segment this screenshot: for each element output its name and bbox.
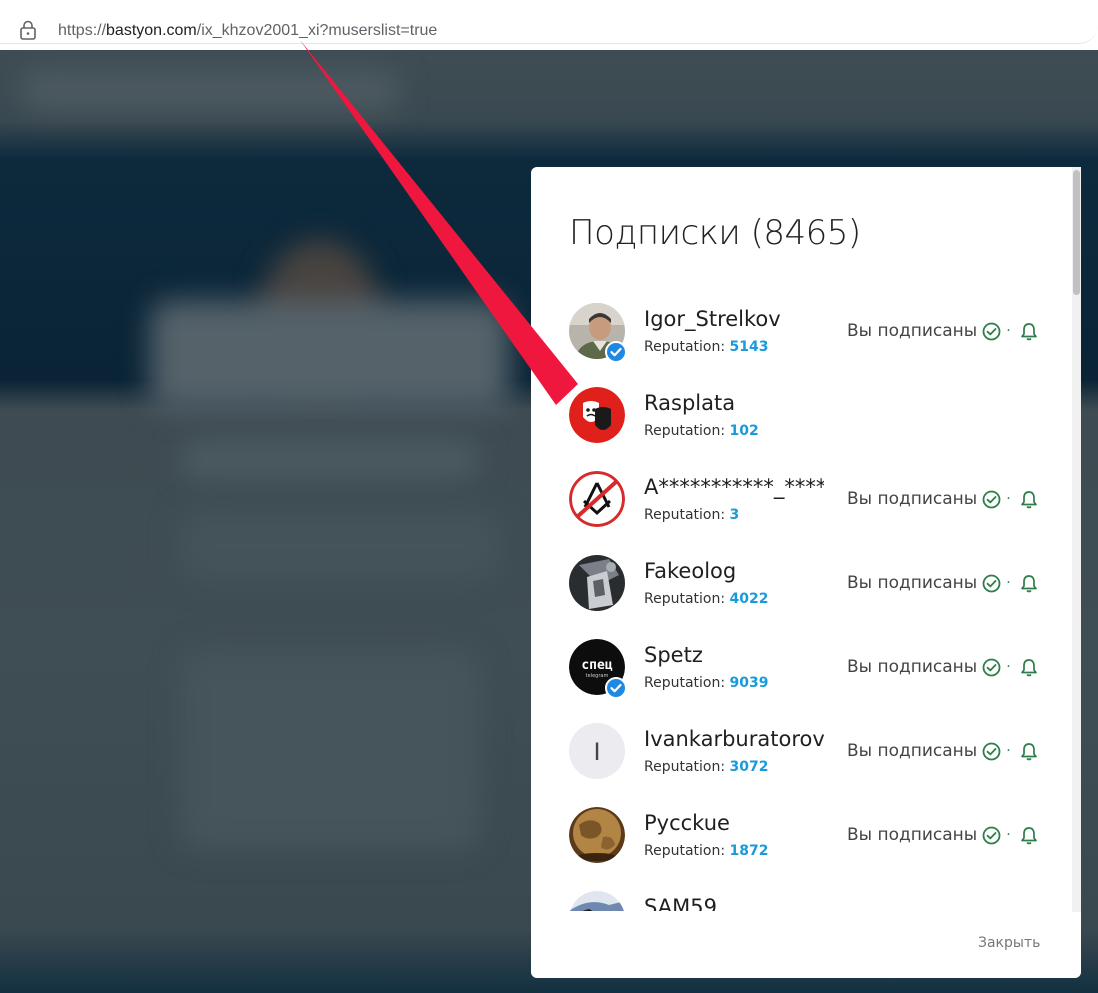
bell-icon[interactable]	[1020, 658, 1038, 677]
subscriptions-modal: Подписки (8465) Igor_Strelkov Reputation…	[531, 167, 1081, 978]
user-avatar[interactable]: I	[569, 723, 625, 779]
bell-icon[interactable]	[1020, 574, 1038, 593]
verified-badge-icon	[605, 677, 627, 699]
bell-icon[interactable]	[1020, 490, 1038, 509]
user-row[interactable]: I Ivankarburatorov Reputation: 3072 Вы п…	[531, 707, 1081, 791]
user-name[interactable]: Fakeolog	[644, 559, 736, 583]
blurred-block	[180, 440, 480, 480]
user-avatar[interactable]	[569, 387, 625, 443]
user-reputation: Reputation: 5143	[644, 339, 769, 355]
browser-address-bar: https://bastyon.com/ix_khzov2001_xi?muse…	[0, 0, 1098, 50]
subscription-status[interactable]: Вы подписаны ·	[847, 657, 1038, 677]
url-text: https://bastyon.com/ix_khzov2001_xi?muse…	[58, 22, 438, 39]
user-row[interactable]: спец telegram Spetz Reputation: 9039 Вы …	[531, 623, 1081, 707]
check-circle-icon	[982, 322, 1001, 340]
user-reputation: Reputation: 9039	[644, 675, 769, 691]
user-row[interactable]: Pycckue Reputation: 1872 Вы подписаны ·	[531, 791, 1081, 875]
subscription-status[interactable]: Вы подписаны ·	[847, 489, 1038, 509]
blurred-profile-card	[150, 300, 510, 410]
user-row[interactable]: Rasplata Reputation: 102	[531, 371, 1081, 455]
user-row[interactable]: Igor_Strelkov Reputation: 5143 Вы подпис…	[531, 287, 1081, 371]
svg-text:спец: спец	[581, 658, 612, 673]
user-row[interactable]: SAM59	[531, 875, 1081, 911]
verified-badge-icon	[605, 341, 627, 363]
url-field[interactable]: https://bastyon.com/ix_khzov2001_xi?muse…	[0, 6, 1098, 44]
subscription-status[interactable]: Вы подписаны ·	[847, 573, 1038, 593]
check-circle-icon	[982, 826, 1001, 844]
check-circle-icon	[982, 742, 1001, 760]
user-reputation: Reputation: 3	[644, 507, 740, 523]
user-name[interactable]: A***********_****N	[644, 475, 824, 499]
user-name[interactable]: Spetz	[644, 643, 703, 667]
check-circle-icon	[982, 574, 1001, 592]
modal-scrollbar-thumb[interactable]	[1073, 170, 1080, 295]
svg-text:I: I	[593, 738, 600, 766]
close-button[interactable]: Закрыть	[978, 935, 1040, 951]
user-name[interactable]: Rasplata	[644, 391, 735, 415]
user-reputation: Reputation: 4022	[644, 591, 769, 607]
user-reputation: Reputation: 102	[644, 423, 759, 439]
bell-icon[interactable]	[1020, 826, 1038, 845]
check-circle-icon	[982, 658, 1001, 676]
user-name[interactable]: SAM59	[644, 895, 717, 911]
subscription-status[interactable]: Вы подписаны ·	[847, 825, 1038, 845]
blurred-block	[180, 650, 480, 850]
user-reputation: Reputation: 1872	[644, 843, 769, 859]
user-name[interactable]: Pycckue	[644, 811, 730, 835]
users-list[interactable]: Igor_Strelkov Reputation: 5143 Вы подпис…	[531, 287, 1081, 911]
svg-text:telegram: telegram	[586, 673, 609, 679]
check-circle-icon	[982, 490, 1001, 508]
bell-icon[interactable]	[1020, 322, 1038, 341]
user-name[interactable]: Ivankarburatorov	[644, 727, 824, 751]
user-avatar[interactable]	[569, 471, 625, 527]
modal-title: Подписки (8465)	[569, 213, 861, 253]
subscription-status[interactable]: Вы подписаны ·	[847, 741, 1038, 761]
subscription-status[interactable]: Вы подписаны ·	[847, 321, 1038, 341]
blurred-header	[20, 70, 400, 110]
user-row[interactable]: Fakeolog Reputation: 4022 Вы подписаны ·	[531, 539, 1081, 623]
user-avatar[interactable]	[569, 891, 625, 911]
user-row[interactable]: A***********_****N Reputation: 3 Вы подп…	[531, 455, 1081, 539]
bell-icon[interactable]	[1020, 742, 1038, 761]
user-reputation: Reputation: 3072	[644, 759, 769, 775]
blurred-block	[180, 510, 500, 580]
user-avatar[interactable]	[569, 555, 625, 611]
user-avatar[interactable]	[569, 807, 625, 863]
user-name[interactable]: Igor_Strelkov	[644, 307, 781, 331]
lock-icon[interactable]	[19, 20, 37, 40]
